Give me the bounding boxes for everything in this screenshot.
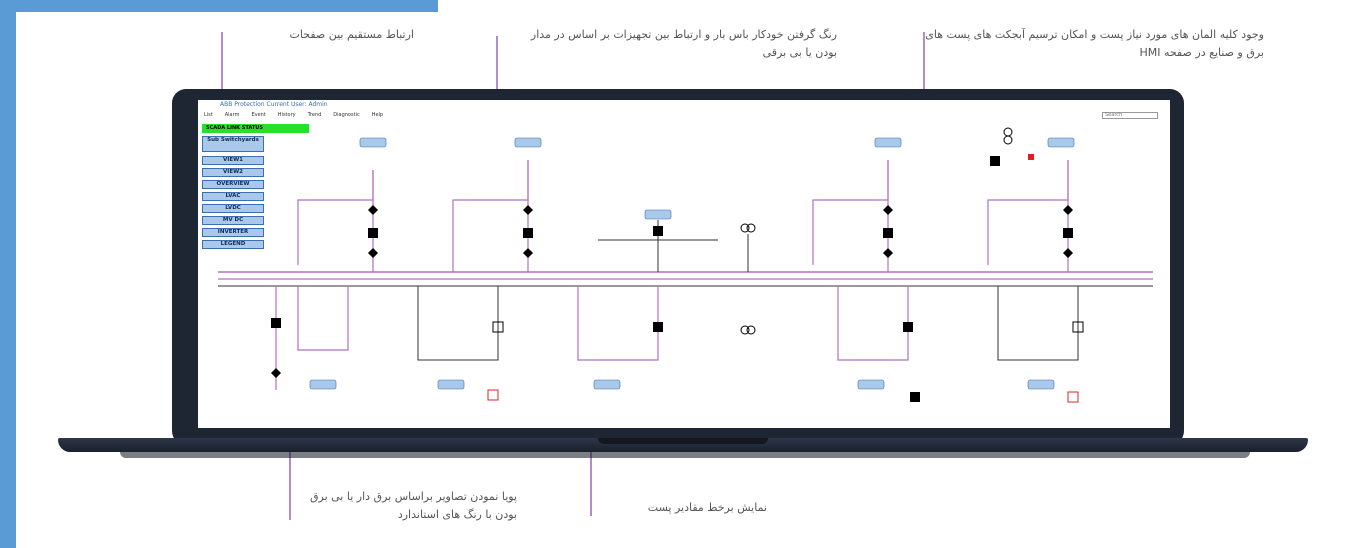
breaker-low-3	[653, 322, 663, 332]
lower-feeder-1	[275, 286, 349, 390]
breaker-up-1	[368, 228, 378, 238]
breaker-low-4	[903, 322, 913, 332]
feeder-tag-up-2	[514, 137, 542, 148]
laptop-base-shadow	[120, 452, 1250, 458]
breaker-up-2	[523, 228, 533, 238]
breaker-up-4	[883, 228, 893, 238]
switch-up-5a	[1063, 205, 1073, 215]
breaker-up-3	[653, 226, 663, 236]
feeder-tag-low-1	[309, 379, 337, 390]
callout-page-link: ارتباط مستقیم بین صفحات	[289, 28, 414, 41]
switch-up-2a	[523, 205, 533, 215]
callout-live-values: نمایش برخط مقادیر پست	[647, 501, 767, 514]
callout-dynamic-images: پویا نمودن تصاویر براساس برق دار یا بی ب…	[309, 490, 517, 521]
transformer-low-mid-b	[746, 325, 756, 335]
trip-indicator-low-2	[487, 389, 499, 401]
top-accent-bar	[0, 0, 438, 12]
lower-feeder-4	[837, 286, 909, 361]
switch-up-2b	[523, 248, 533, 258]
left-accent-bar	[0, 0, 16, 548]
feeder-tag-up-5	[1047, 137, 1075, 148]
laptop-screen: ABB Protection Current User: Admin List …	[198, 100, 1170, 428]
single-line-diagram	[218, 127, 1153, 403]
feeder-tag-low-5	[1027, 379, 1055, 390]
switch-up-5b	[1063, 248, 1073, 258]
feeder-tag-up-1	[359, 137, 387, 148]
switch-up-4a	[883, 205, 893, 215]
lower-feeder-3	[577, 286, 659, 361]
upper-feeder-5	[987, 160, 1069, 272]
lower-feeder-2	[417, 286, 499, 361]
breaker-low-1	[271, 318, 281, 328]
feeder-tag-up-4	[874, 137, 902, 148]
trip-indicator-low-5	[1067, 391, 1079, 403]
breaker-low-4b	[910, 392, 920, 402]
upper-feeder-1	[297, 170, 374, 272]
alarm-indicator	[1028, 154, 1034, 160]
breaker-up-5	[1063, 228, 1073, 238]
transformer-mid-b	[746, 223, 756, 233]
laptop-notch	[598, 438, 768, 444]
callout-bus-coloring: رنگ گرفتن خودکار باس بار و ارتباط بین تج…	[530, 28, 837, 59]
feeder-tag-low-2	[437, 379, 465, 390]
breaker-top-right	[990, 156, 1000, 166]
upper-feeder-4	[812, 160, 889, 272]
feeder-tag-low-3	[593, 379, 621, 390]
upper-feeder-2	[452, 160, 529, 272]
switch-low-1	[271, 368, 281, 378]
callout-all-elements: وجود کلیه المان های مورد نیاز پست و امکا…	[925, 28, 1264, 59]
lower-feeder-5	[997, 286, 1079, 361]
switch-up-4b	[883, 248, 893, 258]
switch-up-1a	[368, 205, 378, 215]
transformer-top-right-b	[1003, 135, 1013, 145]
feeder-tag-low-4	[857, 379, 885, 390]
transformer-top-right-a	[1003, 127, 1013, 137]
feeder-tag-up-3	[644, 209, 672, 220]
switch-up-1b	[368, 248, 378, 258]
